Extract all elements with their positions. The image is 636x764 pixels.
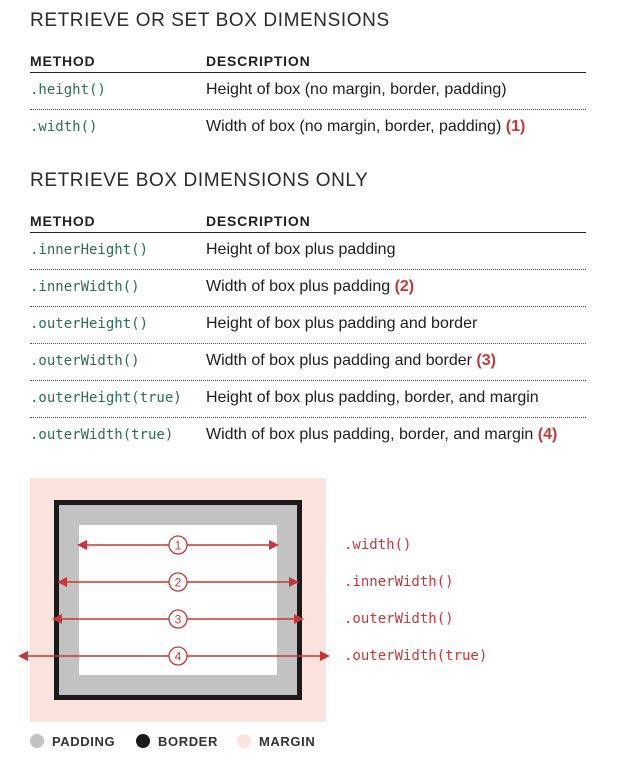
method-description: Height of box plus padding, border, and … — [206, 389, 539, 406]
arrow-number: 3 — [175, 613, 182, 627]
legend-item-border: BORDER — [136, 734, 218, 749]
table-header: METHOD DESCRIPTION — [30, 46, 586, 73]
method-name: .innerHeight() — [30, 242, 149, 258]
method-description: Width of box plus padding and border (3) — [206, 352, 496, 369]
table-row: .height() Height of box (no margin, bord… — [30, 73, 586, 110]
method-name: .width() — [30, 119, 98, 135]
arrow-3: 3 — [52, 609, 304, 629]
box-model-diagram: 1 2 3 4 — [18, 478, 330, 722]
method-description: Height of box (no margin, border, paddin… — [206, 81, 507, 98]
reference-number: (1) — [505, 118, 526, 135]
arrow-number: 2 — [175, 576, 182, 590]
method-name: .outerWidth() — [30, 353, 140, 369]
table-set-dimensions: METHOD DESCRIPTION .height() Height of b… — [30, 46, 586, 146]
method-name: .height() — [30, 82, 106, 98]
table-retrieve-dimensions: METHOD DESCRIPTION .innerHeight() Height… — [30, 206, 586, 454]
header-method: METHOD — [30, 213, 96, 229]
table-row: .innerWidth() Width of box plus padding … — [30, 270, 586, 307]
page: RETRIEVE OR SET BOX DIMENSIONS METHOD DE… — [0, 0, 636, 764]
arrow-number: 4 — [175, 650, 182, 664]
padding-swatch-icon — [30, 734, 44, 748]
legend-item-padding: PADDING — [30, 734, 115, 749]
arrow-4: 4 — [18, 646, 330, 666]
method-description: Width of box plus padding (2) — [206, 278, 415, 295]
reference-number: (3) — [476, 352, 496, 369]
table-row: .outerWidth() Width of box plus padding … — [30, 344, 586, 381]
header-method: METHOD — [30, 53, 96, 69]
method-description: Height of box plus padding — [206, 241, 396, 258]
arrow-1: 1 — [77, 535, 279, 555]
table-row: .outerHeight(true) Height of box plus pa… — [30, 381, 586, 418]
header-description: DESCRIPTION — [206, 213, 311, 229]
arrow-number: 1 — [175, 539, 182, 553]
method-name: .outerWidth(true) — [30, 427, 174, 443]
method-name: .outerHeight() — [30, 316, 149, 332]
table-row: .innerHeight() Height of box plus paddin… — [30, 233, 586, 270]
border-swatch-icon — [136, 734, 150, 748]
diagram-label-width: .width() — [344, 537, 412, 553]
section-title-set: RETRIEVE OR SET BOX DIMENSIONS — [30, 10, 390, 31]
table-row: .outerWidth(true) Width of box plus padd… — [30, 418, 586, 454]
dimension-arrows: 1 2 3 4 — [18, 535, 330, 666]
reference-number: (2) — [394, 278, 415, 295]
margin-swatch-icon — [237, 734, 251, 748]
method-name: .outerHeight(true) — [30, 390, 182, 406]
table-header: METHOD DESCRIPTION — [30, 206, 586, 233]
diagram-label-outer-width-true: .outerWidth(true) — [344, 648, 488, 664]
reference-number: (4) — [537, 426, 558, 443]
table-row: .width() Width of box (no margin, border… — [30, 110, 586, 146]
section-title-retrieve: RETRIEVE BOX DIMENSIONS ONLY — [30, 170, 369, 191]
arrow-2: 2 — [57, 572, 299, 592]
method-name: .innerWidth() — [30, 279, 140, 295]
legend-item-margin: MARGIN — [237, 734, 315, 749]
diagram-label-outer-width: .outerWidth() — [344, 611, 454, 627]
method-description: Width of box (no margin, border, padding… — [206, 118, 526, 135]
method-description: Height of box plus padding and border — [206, 315, 478, 332]
table-row: .outerHeight() Height of box plus paddin… — [30, 307, 586, 344]
diagram-label-inner-width: .innerWidth() — [344, 574, 454, 590]
method-description: Width of box plus padding, border, and m… — [206, 426, 558, 443]
header-description: DESCRIPTION — [206, 53, 311, 69]
